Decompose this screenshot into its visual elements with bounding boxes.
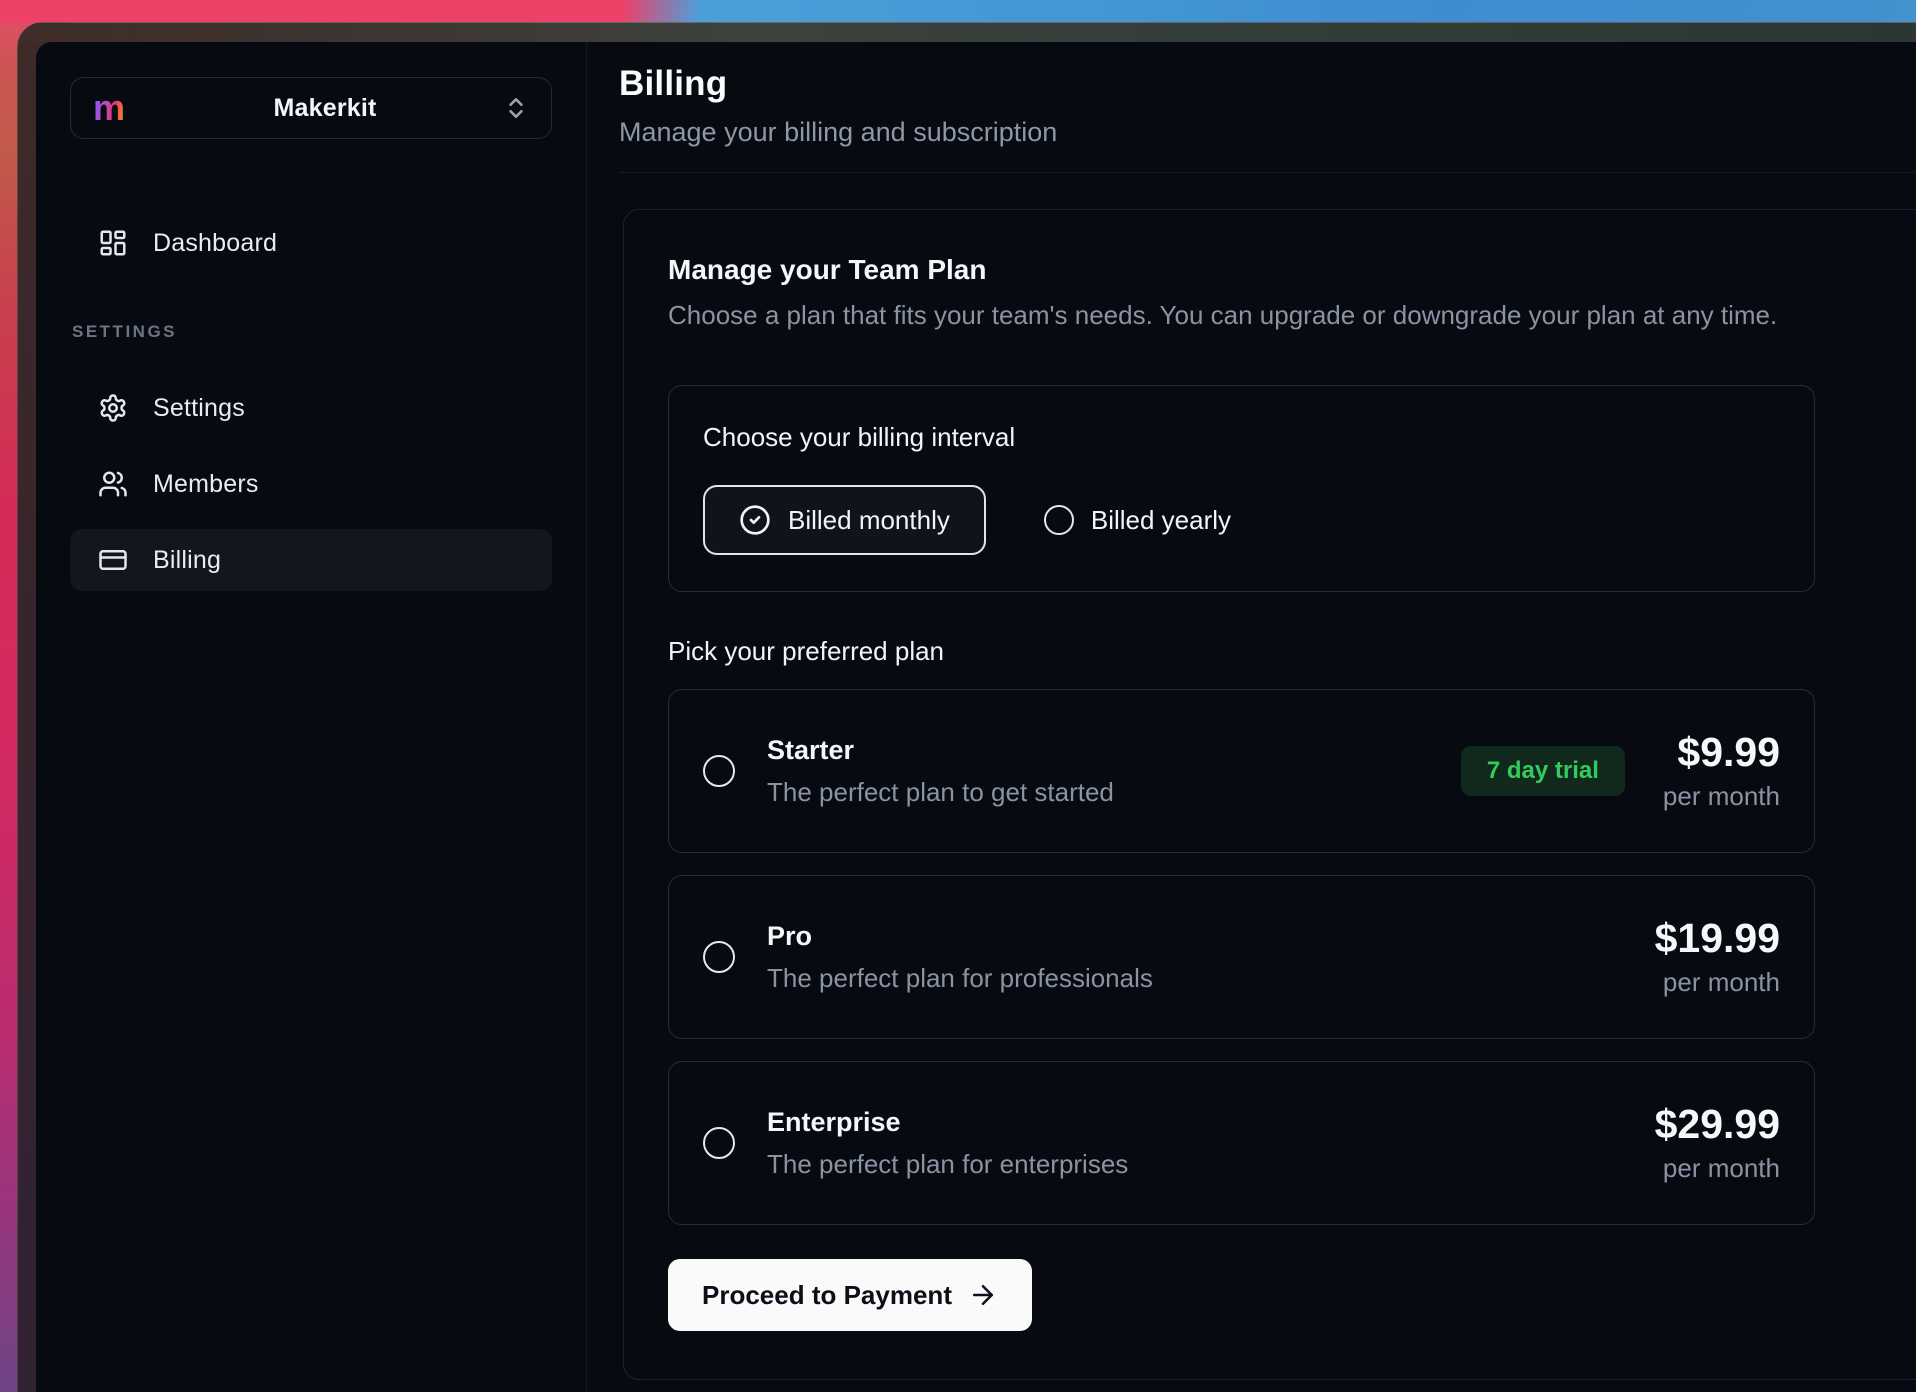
plan-price: $29.99 xyxy=(1655,1102,1780,1147)
sidebar-item-label: Dashboard xyxy=(153,229,277,258)
plan-period: per month xyxy=(1663,781,1780,812)
page-subtitle: Manage your billing and subscription xyxy=(619,117,1916,148)
plan-pricing: 7 day trial $9.99 per month xyxy=(1461,730,1780,812)
plan-radio-icon[interactable] xyxy=(703,1127,735,1159)
app-window: m Makerkit Dashboard SETTINGS xyxy=(17,22,1916,1392)
main-content: Billing Manage your billing and subscrip… xyxy=(586,42,1916,1392)
dashboard-icon xyxy=(98,228,128,258)
arrow-right-icon xyxy=(968,1280,998,1310)
app-root: m Makerkit Dashboard SETTINGS xyxy=(36,42,1916,1392)
sidebar-item-settings[interactable]: Settings xyxy=(70,377,552,439)
billing-interval-options: Billed monthly Billed yearly xyxy=(703,485,1780,555)
sidebar-nav: Dashboard SETTINGS Settings xyxy=(70,212,552,591)
workspace-selector[interactable]: m Makerkit xyxy=(70,77,552,139)
plan-pricing: $19.99 per month xyxy=(1655,916,1780,998)
plan-texts: Pro The perfect plan for professionals xyxy=(767,921,1655,994)
plan-texts: Starter The perfect plan to get started xyxy=(767,735,1461,808)
trial-badge: 7 day trial xyxy=(1461,746,1625,796)
page-title: Billing xyxy=(619,64,1916,104)
plan-radio-icon[interactable] xyxy=(703,941,735,973)
plan-period: per month xyxy=(1655,967,1780,998)
plan-price: $19.99 xyxy=(1655,916,1780,961)
desktop-wallpaper-top-edge xyxy=(0,0,1916,23)
interval-option-monthly[interactable]: Billed monthly xyxy=(703,485,986,555)
interval-option-label: Billed yearly xyxy=(1091,505,1231,536)
interval-option-yearly[interactable]: Billed yearly xyxy=(1044,505,1231,536)
plan-row-pro[interactable]: Pro The perfect plan for professionals $… xyxy=(668,875,1815,1039)
plan-description: The perfect plan to get started xyxy=(767,777,1461,808)
sidebar-item-label: Billing xyxy=(153,546,221,575)
makerkit-logo: m xyxy=(93,90,125,126)
plan-price: $9.99 xyxy=(1663,730,1780,775)
credit-card-icon xyxy=(98,545,128,575)
sidebar-item-dashboard[interactable]: Dashboard xyxy=(70,212,552,274)
page-header: Billing Manage your billing and subscrip… xyxy=(619,64,1916,173)
billing-interval-label: Choose your billing interval xyxy=(703,422,1780,453)
sidebar-item-label: Settings xyxy=(153,394,245,423)
sidebar-item-members[interactable]: Members xyxy=(70,453,552,515)
billing-interval-box: Choose your billing interval Billed mont… xyxy=(668,385,1815,592)
plan-name: Enterprise xyxy=(767,1107,1655,1138)
window-titlebar xyxy=(17,22,1916,42)
sidebar-item-label: Members xyxy=(153,470,259,499)
plan-row-enterprise[interactable]: Enterprise The perfect plan for enterpri… xyxy=(668,1061,1815,1225)
team-plan-card: Manage your Team Plan Choose a plan that… xyxy=(623,209,1916,1380)
plan-pricing: $29.99 per month xyxy=(1655,1102,1780,1184)
card-title: Manage your Team Plan xyxy=(668,254,1911,286)
plan-name: Pro xyxy=(767,921,1655,952)
proceed-to-payment-button[interactable]: Proceed to Payment xyxy=(668,1259,1032,1331)
price-block: $29.99 per month xyxy=(1655,1102,1780,1184)
proceed-to-payment-label: Proceed to Payment xyxy=(702,1280,952,1311)
chevron-up-down-icon xyxy=(503,95,529,121)
sidebar-section-label: SETTINGS xyxy=(72,322,552,342)
plan-texts: Enterprise The perfect plan for enterpri… xyxy=(767,1107,1655,1180)
radio-circle-icon xyxy=(1044,505,1074,535)
users-icon xyxy=(98,469,128,499)
price-block: $19.99 per month xyxy=(1655,916,1780,998)
interval-option-label: Billed monthly xyxy=(788,505,950,536)
sidebar-item-billing[interactable]: Billing xyxy=(70,529,552,591)
price-block: $9.99 per month xyxy=(1663,730,1780,812)
plan-description: The perfect plan for professionals xyxy=(767,963,1655,994)
sidebar: m Makerkit Dashboard SETTINGS xyxy=(36,42,586,1392)
gear-icon xyxy=(98,393,128,423)
plan-name: Starter xyxy=(767,735,1461,766)
plan-description: The perfect plan for enterprises xyxy=(767,1149,1655,1180)
card-subtitle: Choose a plan that fits your team's need… xyxy=(668,300,1911,331)
plan-period: per month xyxy=(1655,1153,1780,1184)
check-circle-icon xyxy=(739,504,771,536)
plan-radio-icon[interactable] xyxy=(703,755,735,787)
plans-label: Pick your preferred plan xyxy=(668,636,1911,667)
workspace-name: Makerkit xyxy=(147,94,503,123)
plan-row-starter[interactable]: Starter The perfect plan to get started … xyxy=(668,689,1815,853)
